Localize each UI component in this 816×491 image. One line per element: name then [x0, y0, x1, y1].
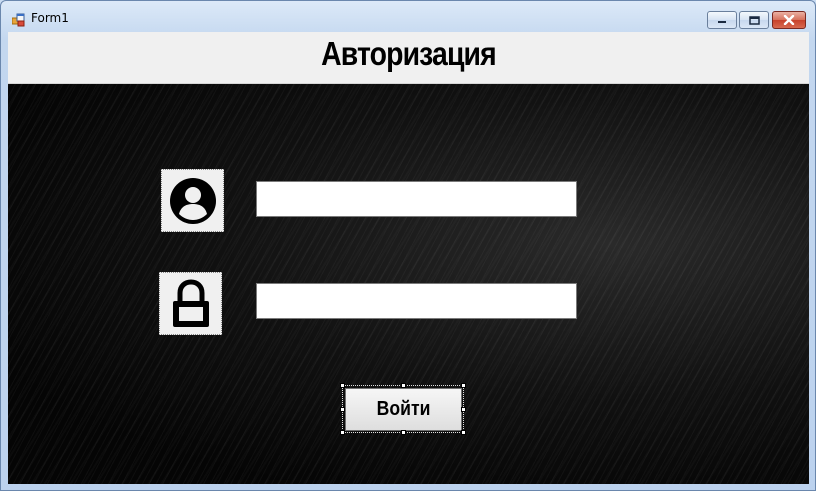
app-window: Form1 Авторизация Войти — [0, 0, 816, 491]
login-button-label: Войти — [376, 398, 431, 420]
page-title: Авторизация — [321, 35, 497, 72]
resize-grip-mr[interactable] — [461, 407, 466, 412]
password-input[interactable] — [256, 283, 577, 319]
user-icon-box — [161, 169, 224, 232]
winforms-app-icon — [12, 13, 25, 27]
close-button[interactable] — [772, 11, 806, 29]
resize-grip-ml[interactable] — [340, 407, 345, 412]
form-client-area: Авторизация Войти — [8, 32, 809, 484]
lock-icon-box — [159, 272, 222, 335]
title-bar[interactable]: Form1 — [1, 1, 815, 33]
resize-grip-bc[interactable] — [401, 430, 406, 435]
header-panel: Авторизация — [8, 32, 809, 84]
resize-grip-tc[interactable] — [401, 383, 406, 388]
maximize-icon — [748, 15, 760, 25]
minimize-icon — [718, 21, 726, 23]
maximize-button[interactable] — [739, 11, 769, 29]
login-input[interactable] — [256, 181, 577, 217]
resize-grip-bl[interactable] — [340, 430, 345, 435]
resize-grip-tl[interactable] — [340, 383, 345, 388]
login-button[interactable]: Войти — [345, 388, 462, 431]
resize-grip-tr[interactable] — [461, 383, 466, 388]
resize-grip-br[interactable] — [461, 430, 466, 435]
window-title: Form1 — [31, 11, 69, 25]
user-circle-icon — [169, 177, 216, 224]
minimize-button[interactable] — [707, 11, 737, 29]
close-icon — [783, 15, 795, 25]
lock-icon — [172, 278, 209, 327]
